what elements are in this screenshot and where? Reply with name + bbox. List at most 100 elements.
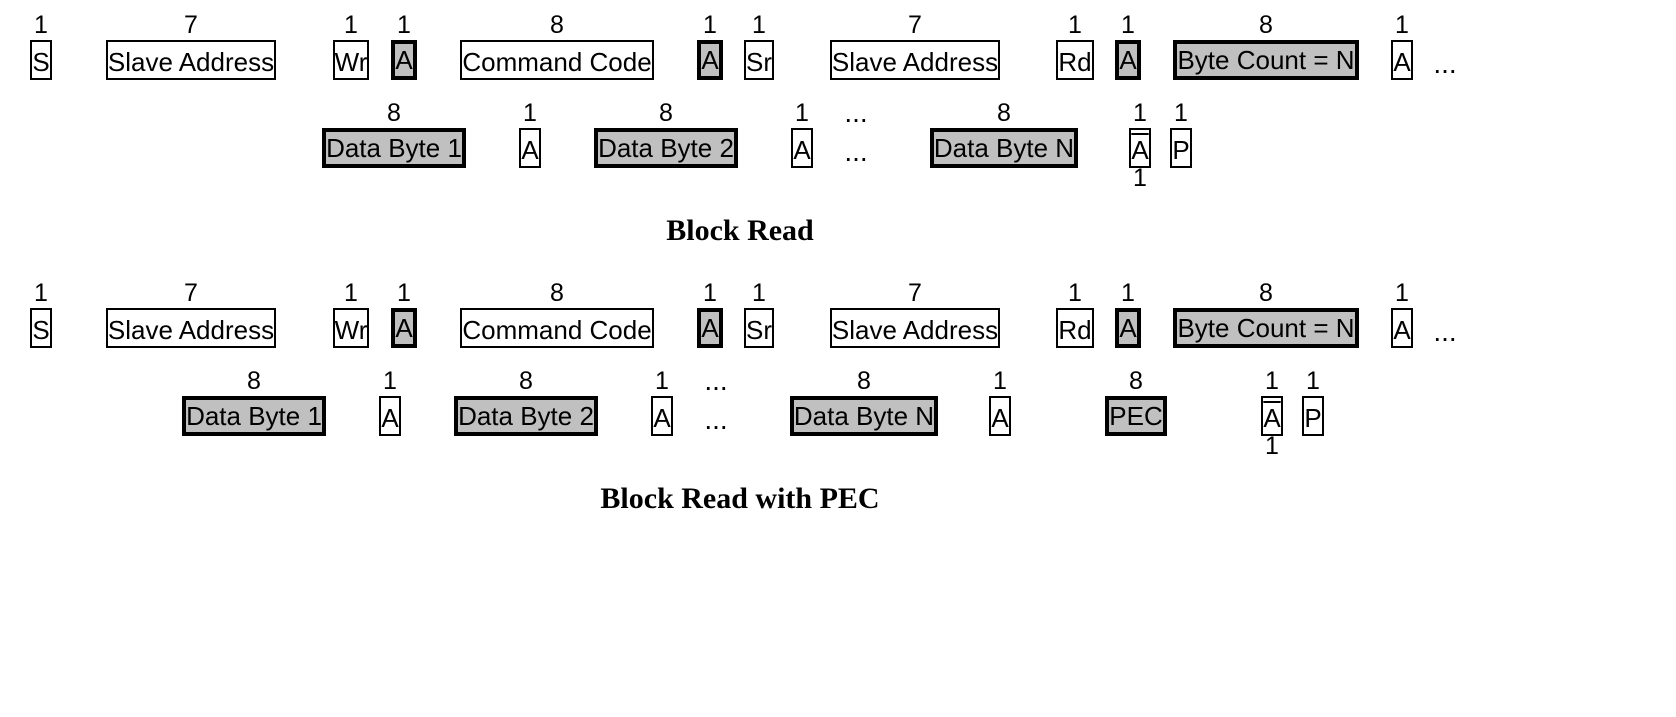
spacer xyxy=(748,436,980,464)
bit-count: 1 xyxy=(1044,278,1106,308)
byte-count-cell: Byte Count = N xyxy=(1173,308,1358,348)
bit-count: 1 xyxy=(380,278,428,308)
spacer xyxy=(410,436,642,464)
ack-cell: A xyxy=(697,308,722,348)
bit-count: 8 xyxy=(426,10,688,40)
bit-count: 7 xyxy=(60,278,322,308)
ack-cell: A xyxy=(989,396,1010,436)
repeated-start-cell: Sr xyxy=(744,40,774,80)
command-code-cell: Command Code xyxy=(460,40,653,80)
slave-address-cell: Slave Address xyxy=(106,40,276,80)
slave-address-cell: Slave Address xyxy=(830,40,1000,80)
spacer xyxy=(780,168,824,196)
data-byte-2-cell: Data Byte 2 xyxy=(454,396,598,436)
data-byte-1-cell: Data Byte 1 xyxy=(322,128,466,168)
slave-address-cell: Slave Address xyxy=(830,308,1000,348)
nack-cell: A xyxy=(1261,396,1282,436)
ack-cell: A xyxy=(1391,308,1412,348)
bit-count: 8 xyxy=(1150,10,1382,40)
bit-count: 1 xyxy=(978,366,1022,396)
bit-count: 1 xyxy=(1380,278,1424,308)
spacer xyxy=(550,168,782,196)
bit-count: 1 xyxy=(780,98,824,128)
nack-annotation: 1 xyxy=(1250,436,1294,464)
block-read-diagram: 1 S 7 Slave Address 1 Wr 1 A 8 Command C… xyxy=(20,10,1676,248)
spacer xyxy=(888,168,1120,196)
bit-count: 1 xyxy=(686,10,734,40)
spacer xyxy=(138,436,370,464)
bit-count: 1 xyxy=(20,278,62,308)
block-read-row1: 1 S 7 Slave Address 1 Wr 1 A 8 Command C… xyxy=(20,10,1676,80)
bit-count: 1 xyxy=(1380,10,1424,40)
ack-cell: A xyxy=(697,40,722,80)
nack-annotation: 1 xyxy=(1118,168,1162,196)
stop-bit-cell: P xyxy=(1170,128,1191,168)
bit-count: 1 xyxy=(686,278,734,308)
bit-count: 1 xyxy=(1160,98,1202,128)
bit-count: 8 xyxy=(426,278,688,308)
bit-count: 1 xyxy=(320,278,382,308)
spacer xyxy=(508,168,552,196)
bit-count: 1 xyxy=(508,98,552,128)
spacer xyxy=(278,168,510,196)
bit-count: 1 xyxy=(732,278,786,308)
block-read-row2: 8 Data Byte 1 1 A 8 Data Byte 2 1 A ... xyxy=(278,98,1676,196)
bit-count: 8 xyxy=(748,366,980,396)
bit-count: 8 xyxy=(1020,366,1252,396)
start-bit-cell: S xyxy=(30,40,51,80)
write-bit-cell: Wr xyxy=(333,308,370,348)
ack-cell: A xyxy=(1115,308,1140,348)
ack-cell: A xyxy=(391,308,416,348)
bit-count: 1 xyxy=(1118,98,1162,128)
bit-count: 1 xyxy=(380,10,428,40)
block-read-pec-caption: Block Read with PEC xyxy=(20,482,1460,516)
data-byte-2-cell: Data Byte 2 xyxy=(594,128,738,168)
spacer xyxy=(1424,10,1460,40)
bit-count: 1 xyxy=(1044,10,1106,40)
bit-count: 1 xyxy=(1292,366,1334,396)
ack-cell: A xyxy=(791,128,812,168)
spacer xyxy=(1020,436,1252,464)
ack-cell: A xyxy=(379,396,400,436)
spacer xyxy=(824,168,888,196)
bit-count: 1 xyxy=(368,366,412,396)
nack-cell: A xyxy=(1129,128,1150,168)
pec-cell: PEC xyxy=(1105,396,1166,436)
data-byte-n-cell: Data Byte N xyxy=(930,128,1078,168)
spacer xyxy=(1292,436,1334,464)
continuation-dots-cell: ... xyxy=(1427,308,1456,348)
ack-cell: A xyxy=(1115,40,1140,80)
bit-count: 1 xyxy=(1250,366,1294,396)
ack-cell: A xyxy=(1391,40,1412,80)
bit-count: 1 xyxy=(320,10,382,40)
stop-bit-cell: P xyxy=(1302,396,1323,436)
ack-cell: A xyxy=(519,128,540,168)
continuation-dots-cell: ... xyxy=(1427,40,1456,80)
block-read-pec-diagram: 1 S 7 Slave Address 1 Wr 1 A 8 Command C… xyxy=(20,278,1676,516)
bit-count: 1 xyxy=(640,366,684,396)
read-bit-cell: Rd xyxy=(1056,40,1093,80)
continuation-dots-cell: ... xyxy=(704,396,727,436)
continuation-dots-cell: ... xyxy=(844,128,867,168)
spacer xyxy=(684,436,748,464)
ack-cell: A xyxy=(651,396,672,436)
repeated-start-cell: Sr xyxy=(744,308,774,348)
bit-count: 7 xyxy=(784,10,1046,40)
slave-address-cell: Slave Address xyxy=(106,308,276,348)
bit-count: 7 xyxy=(60,10,322,40)
bit-count: 8 xyxy=(1150,278,1382,308)
block-read-pec-row1: 1 S 7 Slave Address 1 Wr 1 A 8 Command C… xyxy=(20,278,1676,348)
byte-count-cell: Byte Count = N xyxy=(1173,40,1358,80)
continuation-dots-bits: ... xyxy=(824,98,888,128)
diagram-root: 1 S 7 Slave Address 1 Wr 1 A 8 Command C… xyxy=(0,0,1676,566)
spacer xyxy=(978,436,1022,464)
bit-count: 7 xyxy=(784,278,1046,308)
block-read-pec-row2: 8 Data Byte 1 1 A 8 Data Byte 2 1 A ... xyxy=(138,366,1676,464)
bit-count: 8 xyxy=(888,98,1120,128)
data-byte-n-cell: Data Byte N xyxy=(790,396,938,436)
data-byte-1-cell: Data Byte 1 xyxy=(182,396,326,436)
bit-count: 8 xyxy=(138,366,370,396)
bit-count: 8 xyxy=(550,98,782,128)
bit-count: 1 xyxy=(732,10,786,40)
continuation-dots-bits: ... xyxy=(684,366,748,396)
